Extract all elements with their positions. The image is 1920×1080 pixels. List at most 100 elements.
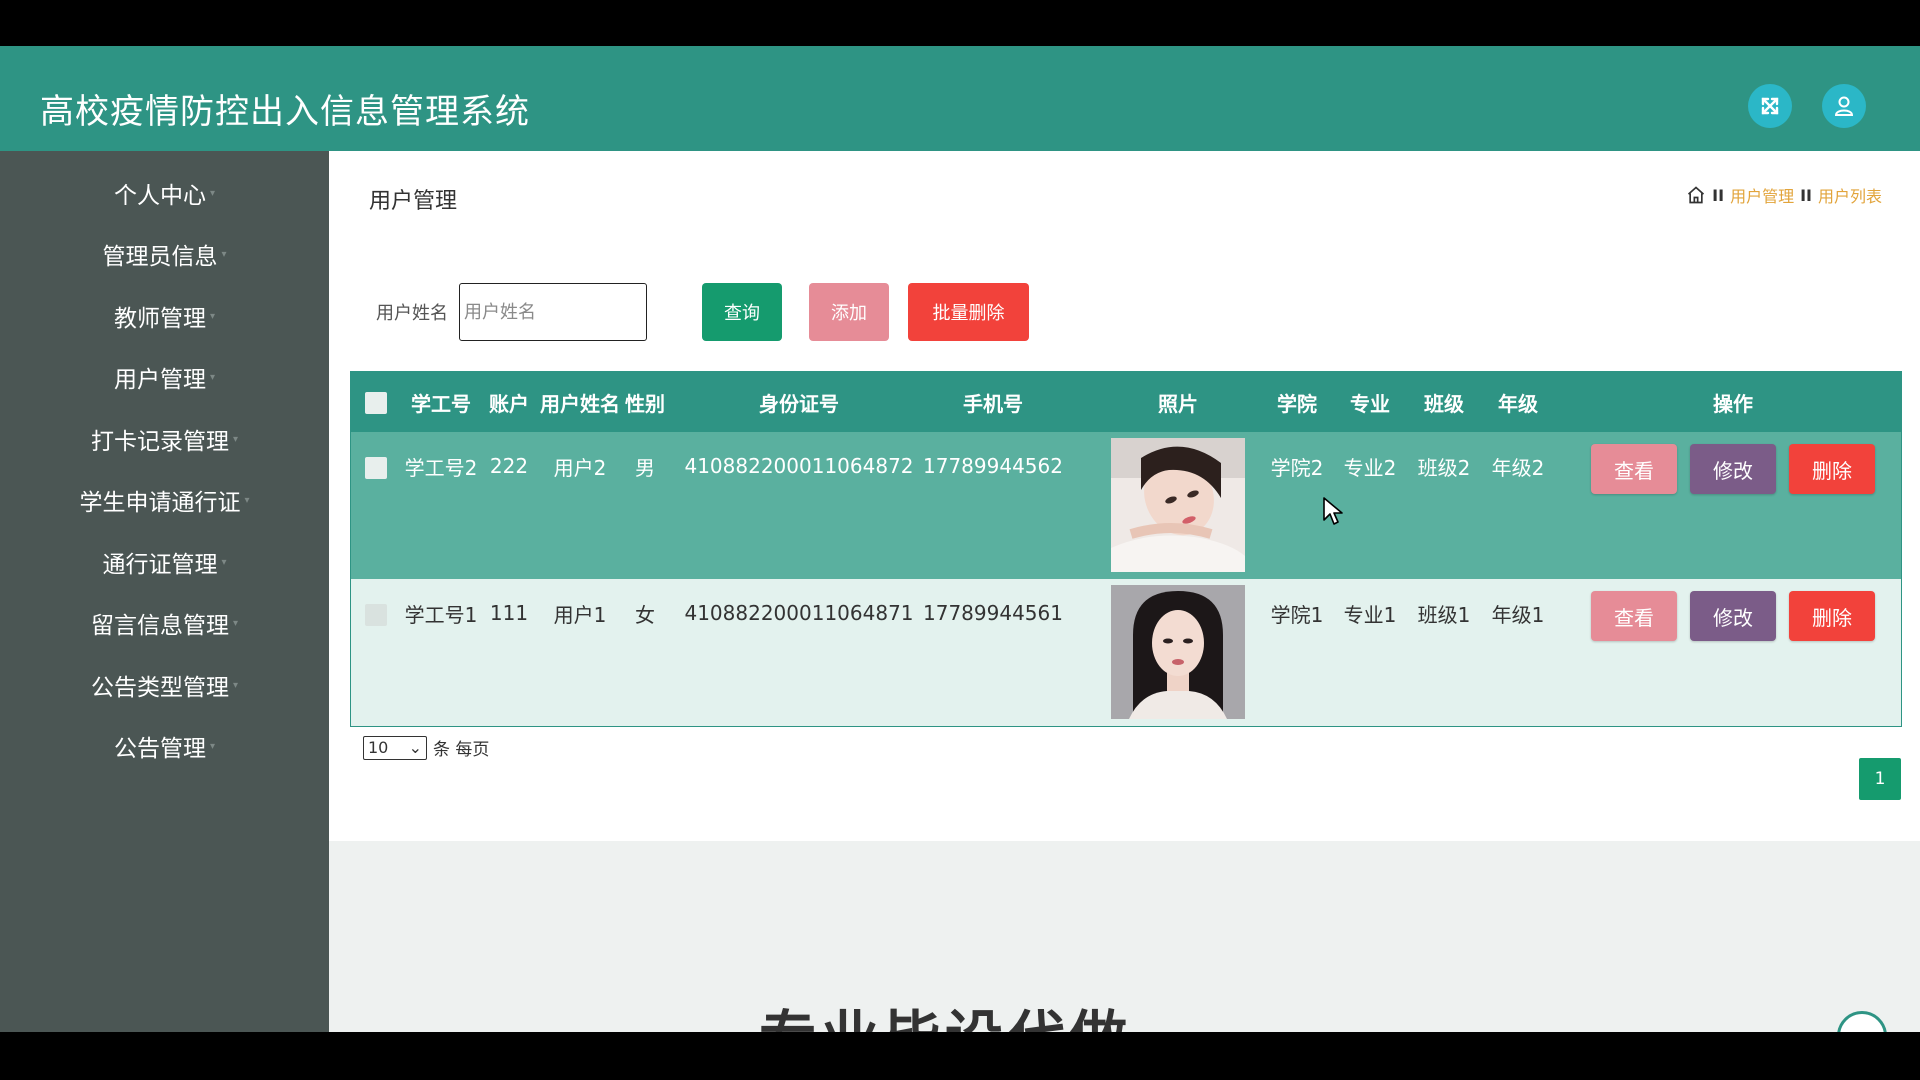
caret-down-icon: ▾	[221, 556, 227, 568]
cell-grade: 年级1	[1491, 602, 1545, 627]
user-photo	[1111, 585, 1245, 719]
sidebar: 个人中心 ▾ 管理员信息 ▾ 教师管理 ▾ 用户管理 ▾ 打卡记录管理 ▾ 学生申请通行证…	[0, 151, 329, 1032]
table-row: 学工号1 111 用户1 女 410882200011064871 177899…	[351, 579, 1901, 726]
cell-major: 专业1	[1343, 602, 1397, 627]
col-header-actions: 操作	[1713, 391, 1753, 416]
chevron-down-icon: ⌄	[408, 738, 422, 757]
caret-down-icon: ▾	[209, 187, 216, 199]
col-header-photo: 照片	[1158, 391, 1198, 416]
sidebar-item-label: 公告类型管理	[90, 675, 229, 701]
sidebar-item-checkin-records[interactable]: 打卡记录管理 ▾	[0, 419, 329, 459]
user-photo	[1111, 438, 1245, 572]
view-button[interactable]: 查看	[1591, 444, 1677, 494]
sidebar-item-label: 管理员信息	[102, 244, 218, 270]
sidebar-item-pass-management[interactable]: 通行证管理 ▾	[0, 542, 329, 582]
sidebar-item-messages[interactable]: 留言信息管理 ▾	[0, 603, 329, 643]
row-checkbox[interactable]	[365, 604, 387, 626]
video-letterbox-bottom	[0, 1032, 1920, 1080]
table-row: 学工号2 222 用户2 男 410882200011064872 177899…	[351, 432, 1901, 579]
page-size-control: 10 ⌄ 条 每页	[363, 735, 489, 760]
mouse-cursor-icon	[1323, 497, 1343, 525]
add-button[interactable]: 添加	[809, 283, 889, 341]
col-header-id-card: 身份证号	[759, 391, 839, 416]
username-search-input[interactable]	[459, 283, 647, 341]
caret-down-icon: ▾	[232, 617, 239, 629]
search-label: 用户姓名	[376, 303, 448, 324]
sidebar-item-personal-center[interactable]: 个人中心 ▾	[0, 173, 329, 213]
col-header-major: 专业	[1350, 391, 1390, 416]
col-header-name: 用户姓名	[540, 391, 620, 416]
breadcrumb-separator: II	[1712, 185, 1725, 205]
sidebar-item-label: 通行证管理	[102, 552, 218, 578]
sidebar-item-label: 打卡记录管理	[90, 429, 229, 455]
expand-icon	[1761, 97, 1779, 115]
sidebar-item-label: 学生申请通行证	[79, 490, 241, 516]
cell-grade: 年级2	[1491, 455, 1545, 480]
sidebar-item-notice-types[interactable]: 公告类型管理 ▾	[0, 665, 329, 705]
col-header-grade: 年级	[1498, 391, 1538, 416]
sidebar-item-label: 留言信息管理	[90, 613, 229, 639]
cell-name: 用户1	[553, 602, 607, 627]
edit-button[interactable]: 修改	[1690, 444, 1776, 494]
query-button[interactable]: 查询	[702, 283, 782, 341]
col-header-class: 班级	[1424, 391, 1464, 416]
cell-college: 学院2	[1270, 455, 1324, 480]
select-all-checkbox[interactable]	[365, 392, 387, 414]
sidebar-item-teachers[interactable]: 教师管理 ▾	[0, 296, 329, 336]
sidebar-item-label: 个人中心	[113, 183, 206, 209]
cell-gender: 女	[635, 602, 655, 627]
sidebar-item-notices[interactable]: 公告管理 ▾	[0, 726, 329, 766]
row-checkbox[interactable]	[365, 457, 387, 479]
caret-down-icon: ▾	[209, 740, 216, 752]
cell-student-id: 学工号2	[404, 455, 478, 480]
user-button[interactable]	[1822, 84, 1866, 128]
view-button[interactable]: 查看	[1591, 591, 1677, 641]
cell-id-card: 410882200011064871	[684, 601, 914, 625]
app-window: 高校疫情防控出入信息管理系统 个人中心 ▾ 管理员信息 ▾ 教师管理 ▾ 用户管理 ▾ …	[0, 46, 1920, 1032]
sidebar-item-users[interactable]: 用户管理 ▾	[0, 357, 329, 397]
per-page-label: 条 每页	[433, 740, 490, 760]
delete-button[interactable]: 删除	[1789, 444, 1875, 494]
col-header-phone: 手机号	[963, 391, 1023, 416]
watermark-banner-text: 专业毕设代做	[759, 991, 1131, 1032]
top-header: 高校疫情防控出入信息管理系统	[0, 46, 1920, 151]
edit-button[interactable]: 修改	[1690, 591, 1776, 641]
video-letterbox-top	[0, 0, 1920, 46]
table-header: 学工号 账户 用户姓名 性别 身份证号 手机号 照片 学院 专业 班级 年级 操…	[351, 372, 1901, 432]
breadcrumb-user-list[interactable]: 用户列表	[1818, 183, 1882, 207]
home-icon[interactable]	[1686, 185, 1706, 205]
caret-down-icon: ▾	[209, 371, 216, 383]
col-header-account: 账户	[489, 391, 529, 416]
cell-student-id: 学工号1	[404, 602, 478, 627]
sidebar-item-label: 用户管理	[113, 367, 206, 393]
delete-button[interactable]: 删除	[1789, 591, 1875, 641]
col-header-student-id: 学工号	[411, 391, 471, 416]
cell-phone: 17789944561	[923, 601, 1063, 625]
caret-down-icon: ▾	[209, 310, 216, 322]
sidebar-item-label: 公告管理	[113, 736, 206, 762]
caret-down-icon: ▾	[232, 433, 239, 445]
page-size-value: 10	[368, 738, 389, 757]
cell-account: 222	[489, 454, 529, 478]
cell-major: 专业2	[1343, 455, 1397, 480]
main-content: 用户管理 II 用户管理 II 用户列表 用户姓名 查询 添加 批量删除 学工号…	[329, 151, 1920, 841]
col-header-gender: 性别	[625, 391, 665, 416]
batch-delete-button[interactable]: 批量删除	[908, 283, 1029, 341]
cell-phone: 17789944562	[923, 454, 1063, 478]
user-icon	[1834, 96, 1854, 116]
expand-button[interactable]	[1748, 84, 1792, 128]
breadcrumb-user-management[interactable]: 用户管理	[1730, 183, 1794, 207]
page-number-button[interactable]: 1	[1859, 758, 1901, 800]
sidebar-item-admin-info[interactable]: 管理员信息 ▾	[0, 234, 329, 274]
cell-college: 学院1	[1270, 602, 1324, 627]
floating-button[interactable]	[1837, 1011, 1887, 1032]
cell-id-card: 410882200011064872	[684, 454, 914, 478]
caret-down-icon: ▾	[244, 494, 250, 506]
breadcrumb: II 用户管理 II 用户列表	[1686, 183, 1882, 207]
page-title: 用户管理	[369, 189, 458, 214]
page-size-select[interactable]: 10 ⌄	[363, 735, 427, 760]
sidebar-item-pass-application[interactable]: 学生申请通行证 ▾	[0, 480, 329, 520]
background-area: 专业毕设代做	[329, 841, 1920, 1032]
caret-down-icon: ▾	[232, 679, 239, 691]
cell-class: 班级1	[1417, 602, 1471, 627]
